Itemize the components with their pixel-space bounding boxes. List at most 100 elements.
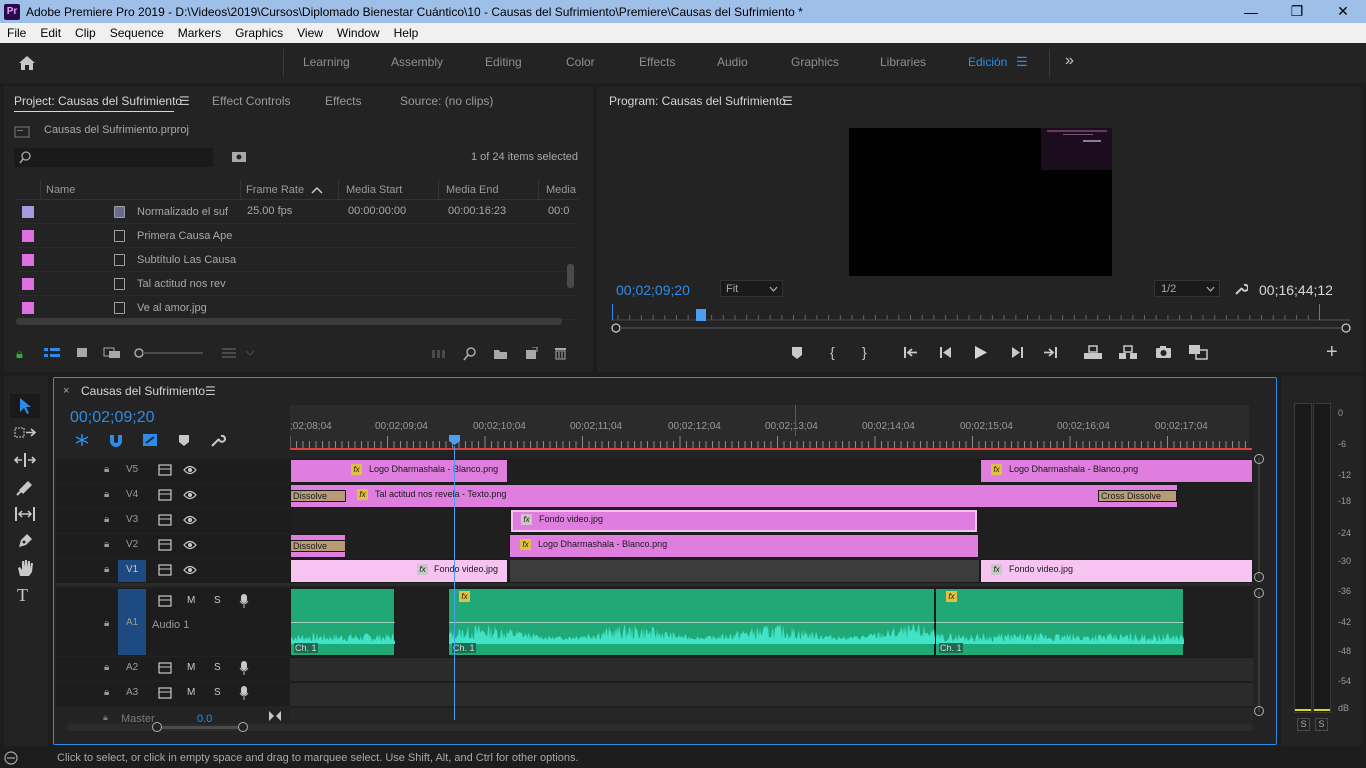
home-icon[interactable] xyxy=(18,55,36,71)
tab-effect-controls[interactable]: Effect Controls xyxy=(212,94,290,108)
menu-clip[interactable]: Clip xyxy=(68,26,103,40)
step-forward-icon[interactable] xyxy=(1010,346,1024,359)
timeline-panel-menu-icon[interactable]: ☰ xyxy=(205,384,216,398)
program-playhead[interactable] xyxy=(696,309,706,321)
toggle-sync-lock-icon[interactable] xyxy=(158,662,172,674)
zoom-handle-left[interactable] xyxy=(152,722,162,732)
workspace-menu-icon[interactable]: ☰ xyxy=(1016,54,1028,70)
menu-graphics[interactable]: Graphics xyxy=(228,26,290,40)
voice-over-mic-icon[interactable] xyxy=(239,686,249,700)
column-frame-rate[interactable]: Frame Rate xyxy=(246,184,304,196)
automate-to-sequence-icon[interactable] xyxy=(432,348,448,359)
track-lock-icon[interactable]: 🔒︎ xyxy=(104,662,109,673)
video-vertical-scrollbar[interactable] xyxy=(1258,458,1260,578)
column-media[interactable]: Media xyxy=(546,184,576,196)
track-lock-icon[interactable]: 🔒︎ xyxy=(104,489,109,500)
mute-track-button[interactable]: M xyxy=(187,662,195,673)
snap-magnet-icon[interactable] xyxy=(108,433,124,447)
program-panel-menu-icon[interactable]: ☰ xyxy=(782,94,793,108)
label-color-swatch[interactable] xyxy=(22,206,34,218)
toggle-sync-lock-icon[interactable] xyxy=(158,464,172,476)
column-media-start[interactable]: Media Start xyxy=(346,184,402,196)
workspace-assembly[interactable]: Assembly xyxy=(391,55,443,69)
project-search-input[interactable] xyxy=(14,148,213,167)
toggle-sync-lock-icon[interactable] xyxy=(158,514,172,526)
step-back-icon[interactable] xyxy=(939,346,953,359)
project-vertical-scrollbar[interactable] xyxy=(567,264,574,288)
export-frame-camera-icon[interactable] xyxy=(1155,345,1172,359)
track-lock-icon[interactable]: 🔒︎ xyxy=(104,539,109,550)
toggle-track-output-eye-icon[interactable] xyxy=(183,515,197,525)
zoom-slider[interactable] xyxy=(133,347,203,359)
fit-dropdown[interactable]: Fit xyxy=(720,280,783,297)
solo-right-button[interactable]: S xyxy=(1315,718,1328,731)
track-label[interactable]: V5 xyxy=(126,464,138,475)
toggle-track-output-eye-icon[interactable] xyxy=(183,465,197,475)
clip-v4-tal-actitud[interactable]: fx Tal actitud nos revela - Texto.png xyxy=(290,484,1178,508)
program-playhead-timecode[interactable]: 00;02;09;20 xyxy=(616,282,690,298)
video-track-header-v3[interactable]: 🔒︎ V3 xyxy=(56,509,290,533)
menu-file[interactable]: File xyxy=(0,26,33,40)
list-view-icon[interactable] xyxy=(44,347,60,359)
track-label[interactable]: V1 xyxy=(126,564,138,575)
list-item[interactable]: Ve al amor.jpg xyxy=(16,296,578,320)
list-item[interactable]: Normalizado el suf 25.00 fps 00:00:00:00… xyxy=(16,200,578,224)
timeline-playhead-handle[interactable] xyxy=(448,434,461,446)
clip-v1-fondo-a[interactable]: fx Fondo video.jpg xyxy=(290,559,508,583)
solo-track-button[interactable]: S xyxy=(214,595,221,606)
workspace-audio[interactable]: Audio xyxy=(717,55,748,69)
menu-sequence[interactable]: Sequence xyxy=(103,26,171,40)
mark-out-icon[interactable]: } xyxy=(862,344,867,360)
v1-gap[interactable] xyxy=(509,559,980,583)
video-track-header-v4[interactable]: 🔒︎ V4 xyxy=(56,484,290,508)
selection-tool-icon[interactable] xyxy=(18,397,32,415)
audio-clip-a1-3[interactable]: fx Ch. 1 xyxy=(935,588,1184,656)
nest-sequence-icon[interactable] xyxy=(74,433,90,447)
menu-help[interactable]: Help xyxy=(387,26,426,40)
wrench-settings-icon[interactable] xyxy=(1234,282,1248,296)
list-item[interactable]: Subtítulo Las Causa xyxy=(16,248,578,272)
toggle-track-output-eye-icon[interactable] xyxy=(183,565,197,575)
clip-v5-logo-a[interactable]: fx Logo Dharmashala - Blanco.png xyxy=(290,459,508,483)
mute-track-button[interactable]: M xyxy=(187,595,195,606)
tab-project[interactable]: Project: Causas del Sufrimiento xyxy=(14,94,182,108)
sort-icons-icon[interactable] xyxy=(222,347,256,359)
zoom-handle-right[interactable] xyxy=(238,722,248,732)
menu-markers[interactable]: Markers xyxy=(171,26,228,40)
clip-v3-fondo-video[interactable]: fx Fondo video.jpg xyxy=(510,509,978,533)
toggle-sync-lock-icon[interactable] xyxy=(158,595,172,607)
video-track-header-v2[interactable]: 🔒︎ V2 xyxy=(56,534,290,558)
menu-edit[interactable]: Edit xyxy=(33,26,68,40)
voice-over-mic-icon[interactable] xyxy=(239,661,249,675)
menu-view[interactable]: View xyxy=(290,26,330,40)
close-sequence-icon[interactable]: × xyxy=(63,385,69,397)
toggle-sync-lock-icon[interactable] xyxy=(158,564,172,576)
toggle-sync-lock-icon[interactable] xyxy=(158,687,172,699)
extract-icon[interactable] xyxy=(1118,345,1138,360)
resolution-dropdown[interactable]: 1/2 xyxy=(1154,280,1220,297)
workspace-libraries[interactable]: Libraries xyxy=(880,55,926,69)
program-video-frame[interactable] xyxy=(849,128,1112,276)
panel-menu-icon[interactable]: ☰ xyxy=(179,94,190,108)
project-horizontal-scrollbar[interactable] xyxy=(16,318,562,325)
label-color-swatch[interactable] xyxy=(22,302,34,314)
go-to-in-icon[interactable] xyxy=(903,346,919,359)
play-icon[interactable] xyxy=(973,345,988,360)
timeline-settings-wrench-icon[interactable] xyxy=(210,433,226,448)
track-label[interactable]: V3 xyxy=(126,514,138,525)
audio-clip-a1-2[interactable]: fx Ch. 1 xyxy=(448,588,935,656)
icon-view-icon[interactable] xyxy=(76,347,88,359)
track-label[interactable]: V2 xyxy=(126,539,138,550)
new-bin-icon[interactable] xyxy=(493,348,508,360)
razor-tool-icon[interactable] xyxy=(16,478,34,496)
a3-track-lane[interactable] xyxy=(290,682,1253,706)
master-lock-icon[interactable]: 🔒︎ xyxy=(103,712,108,723)
program-time-ruler[interactable] xyxy=(608,300,1356,336)
tab-effects[interactable]: Effects xyxy=(325,94,361,108)
solo-track-button[interactable]: S xyxy=(214,662,221,673)
transition-dissolve-v4[interactable]: Dissolve xyxy=(290,490,346,502)
workspace-graphics[interactable]: Graphics xyxy=(791,55,839,69)
hand-tool-icon[interactable] xyxy=(15,558,35,578)
track-label[interactable]: A1 xyxy=(126,617,138,628)
add-marker-icon[interactable] xyxy=(790,346,804,360)
